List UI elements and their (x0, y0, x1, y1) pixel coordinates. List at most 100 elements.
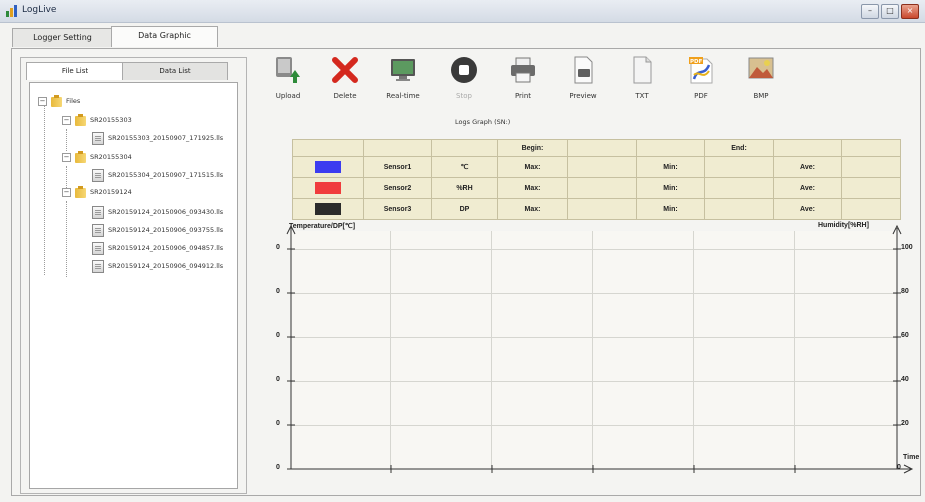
table-row: Sensor1 ℃ Max: Min: Ave: (292, 156, 901, 178)
table-row: Sensor2 %RH Max: Min: Ave: (292, 177, 901, 199)
txt-button[interactable]: TXT (622, 55, 662, 105)
close-button[interactable]: × (901, 4, 919, 19)
table-row: Sensor3 DP Max: Min: Ave: (292, 198, 901, 220)
upload-label: Upload (275, 92, 301, 100)
tree-node-label: SR20159124 (90, 188, 132, 196)
file-tree: − Files − SR20155303 SR20155303_20150907… (29, 82, 238, 489)
ave-label: Ave: (773, 198, 842, 220)
stop-button[interactable]: Stop (444, 55, 484, 105)
tree-root[interactable]: − Files (38, 94, 80, 108)
collapse-toggle[interactable]: − (62, 187, 71, 197)
collapse-toggle[interactable]: − (38, 96, 47, 106)
bitmap-image-icon (748, 57, 774, 79)
sensor-name: Sensor2 (363, 177, 432, 199)
pdf-label: PDF (694, 92, 708, 100)
print-label: Print (514, 92, 532, 100)
realtime-label: Real-time (386, 92, 420, 100)
tab-data-graphic[interactable]: Data Graphic (111, 26, 218, 47)
right-tick-label: 0 (897, 464, 901, 471)
stop-label: Stop (456, 92, 472, 100)
collapse-toggle[interactable]: − (62, 115, 71, 125)
file-icon (92, 168, 104, 182)
left-tick-label: 0 (276, 332, 280, 339)
tree-node-label: SR20159124_20150906_093755.lls (108, 226, 224, 234)
tree-file[interactable]: SR20155303_20150907_171925.lls (92, 131, 223, 145)
sensor-unit: ℃ (431, 156, 498, 178)
sensor2-color-swatch (315, 182, 341, 194)
min-label: Min: (636, 198, 705, 220)
ave-label: Ave: (773, 156, 842, 178)
table-cell (292, 139, 364, 157)
pdf-file-icon: PDF (689, 57, 713, 84)
ave-label: Ave: (773, 177, 842, 199)
tree-node-label: SR20155303 (90, 116, 132, 124)
file-icon (92, 259, 104, 273)
tree-file[interactable]: SR20159124_20150906_093755.lls (92, 223, 223, 237)
table-row: Begin: End: (292, 139, 901, 157)
begin-label: Begin: (497, 139, 568, 157)
tree-file[interactable]: SR20155304_20150907_171515.lls (92, 168, 223, 182)
minimize-button[interactable]: – (861, 4, 879, 19)
pdf-button[interactable]: PDF PDF (681, 55, 721, 105)
tree-node-label: SR20155304_20150907_171515.lls (108, 171, 224, 179)
realtime-button[interactable]: Real-time (383, 55, 423, 105)
right-tick-label: 40 (901, 376, 909, 383)
folder-icon (75, 151, 86, 163)
tab-logger-setting[interactable]: Logger Setting (12, 28, 113, 47)
tree-connector (66, 201, 67, 277)
begin-value (567, 139, 637, 157)
min-label: Min: (636, 156, 705, 178)
delete-button[interactable]: Delete (325, 55, 365, 105)
maximize-button[interactable]: □ (881, 4, 899, 19)
left-tick-label: 0 (276, 376, 280, 383)
folder-icon (75, 114, 86, 126)
delete-x-icon (332, 57, 358, 83)
preview-button[interactable]: Preview (563, 55, 603, 105)
tree-node-label: SR20159124_20150906_094857.lls (108, 244, 224, 252)
max-label: Max: (497, 198, 568, 220)
collapse-toggle[interactable]: − (62, 152, 71, 162)
min-label: Min: (636, 177, 705, 199)
max-label: Max: (497, 156, 568, 178)
tree-group[interactable]: − SR20155304 (62, 150, 132, 164)
app-logo-icon (6, 5, 17, 17)
tab-data-list[interactable]: Data List (122, 62, 228, 80)
printer-icon (511, 57, 535, 83)
bmp-button[interactable]: BMP (741, 55, 781, 105)
tree-group[interactable]: − SR20159124 (62, 185, 132, 199)
left-tick-label: 0 (276, 464, 280, 471)
tree-file[interactable]: SR20159124_20150906_093430.lls (92, 205, 223, 219)
sensor-unit: %RH (431, 177, 498, 199)
ave-value (841, 177, 901, 199)
tree-connector (44, 101, 45, 275)
tree-node-label: SR20159124_20150906_094912.lls (108, 262, 224, 270)
tree-node-label: SR20159124_20150906_093430.lls (108, 208, 224, 216)
pdf-badge-text: PDF (690, 59, 703, 65)
tree-node-label: SR20155304 (90, 153, 132, 161)
right-tick-label: 100 (901, 244, 913, 251)
folder-icon (75, 186, 86, 198)
tab-file-list[interactable]: File List (26, 62, 124, 80)
table-cell (431, 139, 498, 157)
max-value (567, 177, 637, 199)
table-cell (363, 139, 432, 157)
table-cell (841, 139, 901, 157)
table-cell (292, 198, 364, 220)
graph-title: Logs Graph (SN:) (455, 118, 511, 126)
end-value (773, 139, 842, 157)
sensor-unit: DP (431, 198, 498, 220)
max-value (567, 156, 637, 178)
tree-file[interactable]: SR20159124_20150906_094912.lls (92, 259, 223, 273)
file-icon (92, 241, 104, 255)
min-value (704, 177, 774, 199)
tree-group[interactable]: − SR20155303 (62, 113, 132, 127)
preview-label: Preview (569, 92, 597, 100)
tree-file[interactable]: SR20159124_20150906_094857.lls (92, 241, 223, 255)
print-button[interactable]: Print (503, 55, 543, 105)
sensor-name: Sensor3 (363, 198, 432, 220)
stop-icon (451, 57, 477, 83)
right-tick-label: 60 (901, 332, 909, 339)
right-tick-label: 80 (901, 288, 909, 295)
upload-button[interactable]: Upload (268, 55, 308, 105)
txt-label: TXT (635, 92, 649, 100)
